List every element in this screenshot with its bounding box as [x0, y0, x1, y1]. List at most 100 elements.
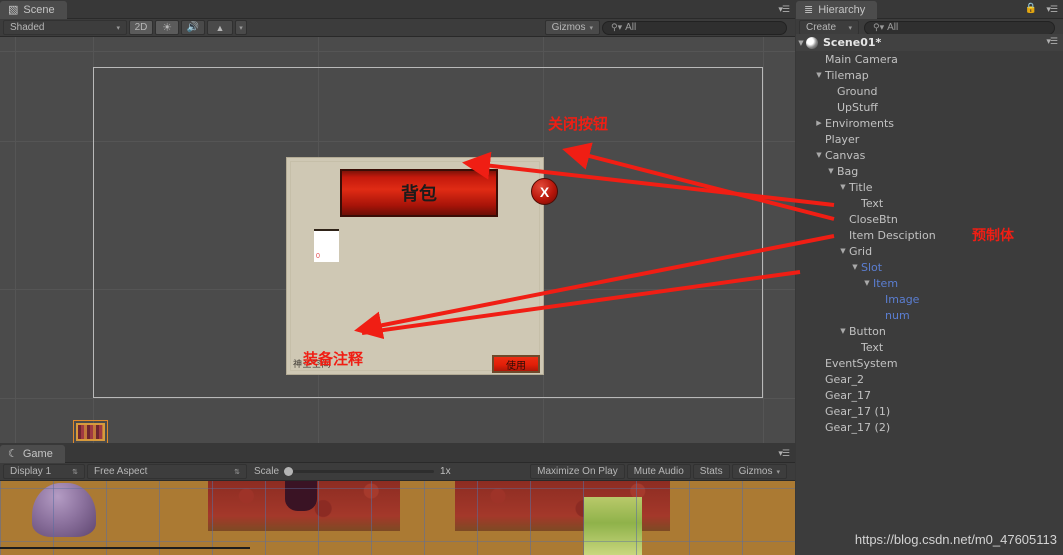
close-icon: X	[539, 183, 550, 200]
game-tabbar: ☾ Game ▾☰	[0, 444, 795, 463]
hierarchy-item-text[interactable]: ▶Text	[796, 195, 1063, 211]
hierarchy-item-bag[interactable]: ▼ Bag	[796, 163, 1063, 179]
hierarchy-panel-menu-icon[interactable]: ▾☰	[1046, 4, 1058, 15]
chevron-down-icon[interactable]: ▼	[862, 279, 872, 287]
aspect-dropdown[interactable]: Free Aspect ⇅	[87, 464, 247, 479]
game-gizmos-dropdown[interactable]: Gizmos ▾	[731, 464, 787, 479]
chevron-down-icon[interactable]: ▼	[838, 327, 848, 335]
scene-search-input[interactable]: ⚲▾ All	[602, 20, 787, 35]
unity-scene-icon	[806, 36, 818, 49]
hierarchy-item-label: Grid	[849, 244, 873, 258]
bag-item-count: 0	[316, 253, 320, 260]
chevron-down-icon[interactable]: ▼	[838, 183, 848, 191]
lighting-toggle-button[interactable]: ☀	[155, 20, 179, 35]
hierarchy-item-button[interactable]: ▼ Button	[796, 323, 1063, 339]
create-label: Create	[806, 22, 837, 33]
tab-scene-label: Scene	[23, 4, 55, 16]
gizmos-dropdown[interactable]: Gizmos ▾	[544, 20, 600, 35]
create-dropdown[interactable]: Create ▾	[799, 20, 859, 35]
hierarchy-search-input[interactable]: ⚲▾ All	[864, 20, 1055, 35]
tab-game-label: Game	[22, 448, 53, 460]
hierarchy-item-closebtn[interactable]: ▶CloseBtn	[796, 211, 1063, 227]
hierarchy-item-gear-17[interactable]: ▶Gear_17	[796, 387, 1063, 403]
hierarchy-tabbar: ≣ Hierarchy 🔒 ▾☰	[796, 0, 1063, 19]
chevron-down-icon[interactable]: ▼	[838, 247, 848, 255]
game-cave-hole	[285, 481, 317, 511]
scene-tabbar: ▧ Scene ▾☰	[0, 0, 795, 19]
bag-item-slot[interactable]: 0	[314, 229, 339, 262]
hierarchy-item-label: num	[885, 308, 910, 322]
chevron-down-icon[interactable]: ▼	[796, 39, 806, 47]
game-viewport[interactable]	[0, 481, 795, 555]
hierarchy-item-label: Item	[873, 276, 899, 290]
effects-toggle-button[interactable]: ▲	[207, 20, 233, 35]
chevron-down-icon: ▾	[116, 24, 120, 32]
hierarchy-item-image[interactable]: ▶Image	[796, 291, 1063, 307]
updown-arrows-icon: ⇅	[72, 468, 78, 476]
display-dropdown[interactable]: Display 1 ⇅	[3, 464, 85, 479]
hierarchy-item-item-desciption[interactable]: ▶Item Desciption	[796, 227, 1063, 243]
chevron-down-icon[interactable]: ▼	[814, 151, 824, 159]
tab-hierarchy[interactable]: ≣ Hierarchy	[796, 1, 878, 19]
chevron-down-icon[interactable]: ▼	[814, 71, 824, 79]
hierarchy-item-text[interactable]: ▶Text	[796, 339, 1063, 355]
hierarchy-item-label: Gear_2	[825, 372, 865, 386]
shading-mode-label: Shaded	[10, 22, 45, 33]
chevron-down-icon[interactable]: ▼	[826, 167, 836, 175]
hierarchy-item-canvas[interactable]: ▼ Canvas	[796, 147, 1063, 163]
hierarchy-scene-row[interactable]: ▼ Scene01* ▾☰	[796, 34, 1063, 51]
shading-mode-dropdown[interactable]: Shaded ▾	[3, 20, 127, 35]
hierarchy-item-gear-2[interactable]: ▶Gear_2	[796, 371, 1063, 387]
lock-icon[interactable]: 🔒	[1025, 3, 1037, 14]
game-grass-patch	[584, 497, 642, 555]
maximize-on-play-label: Maximize On Play	[537, 466, 618, 477]
chevron-right-icon[interactable]: ▶	[814, 119, 824, 127]
scene-name-label: Scene01*	[823, 36, 882, 49]
scale-slider-knob[interactable]	[284, 467, 294, 476]
hierarchy-item-gear-17-1[interactable]: ▶Gear_17 (1)	[796, 403, 1063, 419]
mute-audio-button[interactable]: Mute Audio	[626, 464, 691, 479]
annotation-close-button-label: 关闭按钮	[548, 115, 609, 133]
hierarchy-item-main-camera[interactable]: ▶Main Camera	[796, 51, 1063, 67]
scene-toolbar: Shaded ▾ 2D ☀ 🔊 ▲ ▾ Gizmos ▾ ⚲▾ All	[0, 18, 795, 37]
stats-button[interactable]: Stats	[692, 464, 730, 479]
hierarchy-item-upstuff[interactable]: ▶UpStuff	[796, 99, 1063, 115]
audio-toggle-button[interactable]: 🔊	[181, 20, 205, 35]
hierarchy-item-eventsystem[interactable]: ▶EventSystem	[796, 355, 1063, 371]
hierarchy-item-player[interactable]: ▶Player	[796, 131, 1063, 147]
hierarchy-item-label: Text	[861, 340, 884, 354]
hierarchy-item-item[interactable]: ▼ Item	[796, 275, 1063, 291]
chevron-down-icon: ▾	[589, 24, 593, 32]
effects-dropdown-button[interactable]: ▾	[235, 20, 247, 35]
scene-viewport[interactable]: 背包 0 神圣空间 使用 X	[0, 37, 795, 443]
hierarchy-item-title[interactable]: ▼ Title	[796, 179, 1063, 195]
hierarchy-item-enviroments[interactable]: ▶ Enviroments	[796, 115, 1063, 131]
scale-slider[interactable]	[284, 467, 435, 476]
scene-row-menu-icon[interactable]: ▾☰	[1046, 37, 1058, 47]
scene-panel-menu-icon[interactable]: ▾☰	[778, 4, 790, 15]
hierarchy-item-ground[interactable]: ▶Ground	[796, 83, 1063, 99]
scene-grid-icon: ▧	[8, 4, 19, 16]
hierarchy-item-label: Image	[885, 292, 920, 306]
chevron-down-icon[interactable]: ▼	[850, 263, 860, 271]
use-button[interactable]: 使用	[492, 355, 540, 373]
hierarchy-item-grid[interactable]: ▼ Grid	[796, 243, 1063, 259]
scale-label: Scale	[254, 466, 280, 477]
hierarchy-item-label: Title	[849, 180, 873, 194]
hierarchy-item-slot[interactable]: ▼ Slot	[796, 259, 1063, 275]
scene-search-placeholder: All	[625, 22, 637, 33]
speaker-icon: 🔊	[186, 22, 200, 33]
toggle-2d-button[interactable]: 2D	[129, 20, 153, 35]
hierarchy-item-label: CloseBtn	[849, 212, 898, 226]
hierarchy-tree[interactable]: ▼ Scene01* ▾☰ ▶Main Camera▼Tilemap▶Groun…	[796, 34, 1063, 555]
game-view-bottom-edge	[0, 547, 250, 549]
maximize-on-play-button[interactable]: Maximize On Play	[530, 464, 625, 479]
close-button[interactable]: X	[531, 178, 558, 205]
scale-slider-track[interactable]	[293, 470, 435, 473]
hierarchy-item-gear-17-2[interactable]: ▶Gear_17 (2)	[796, 419, 1063, 435]
game-panel-menu-icon[interactable]: ▾☰	[778, 448, 790, 459]
hierarchy-item-num[interactable]: ▶num	[796, 307, 1063, 323]
hierarchy-item-tilemap[interactable]: ▼ Tilemap	[796, 67, 1063, 83]
tab-game[interactable]: ☾ Game	[0, 445, 65, 463]
tab-scene[interactable]: ▧ Scene	[0, 1, 67, 19]
